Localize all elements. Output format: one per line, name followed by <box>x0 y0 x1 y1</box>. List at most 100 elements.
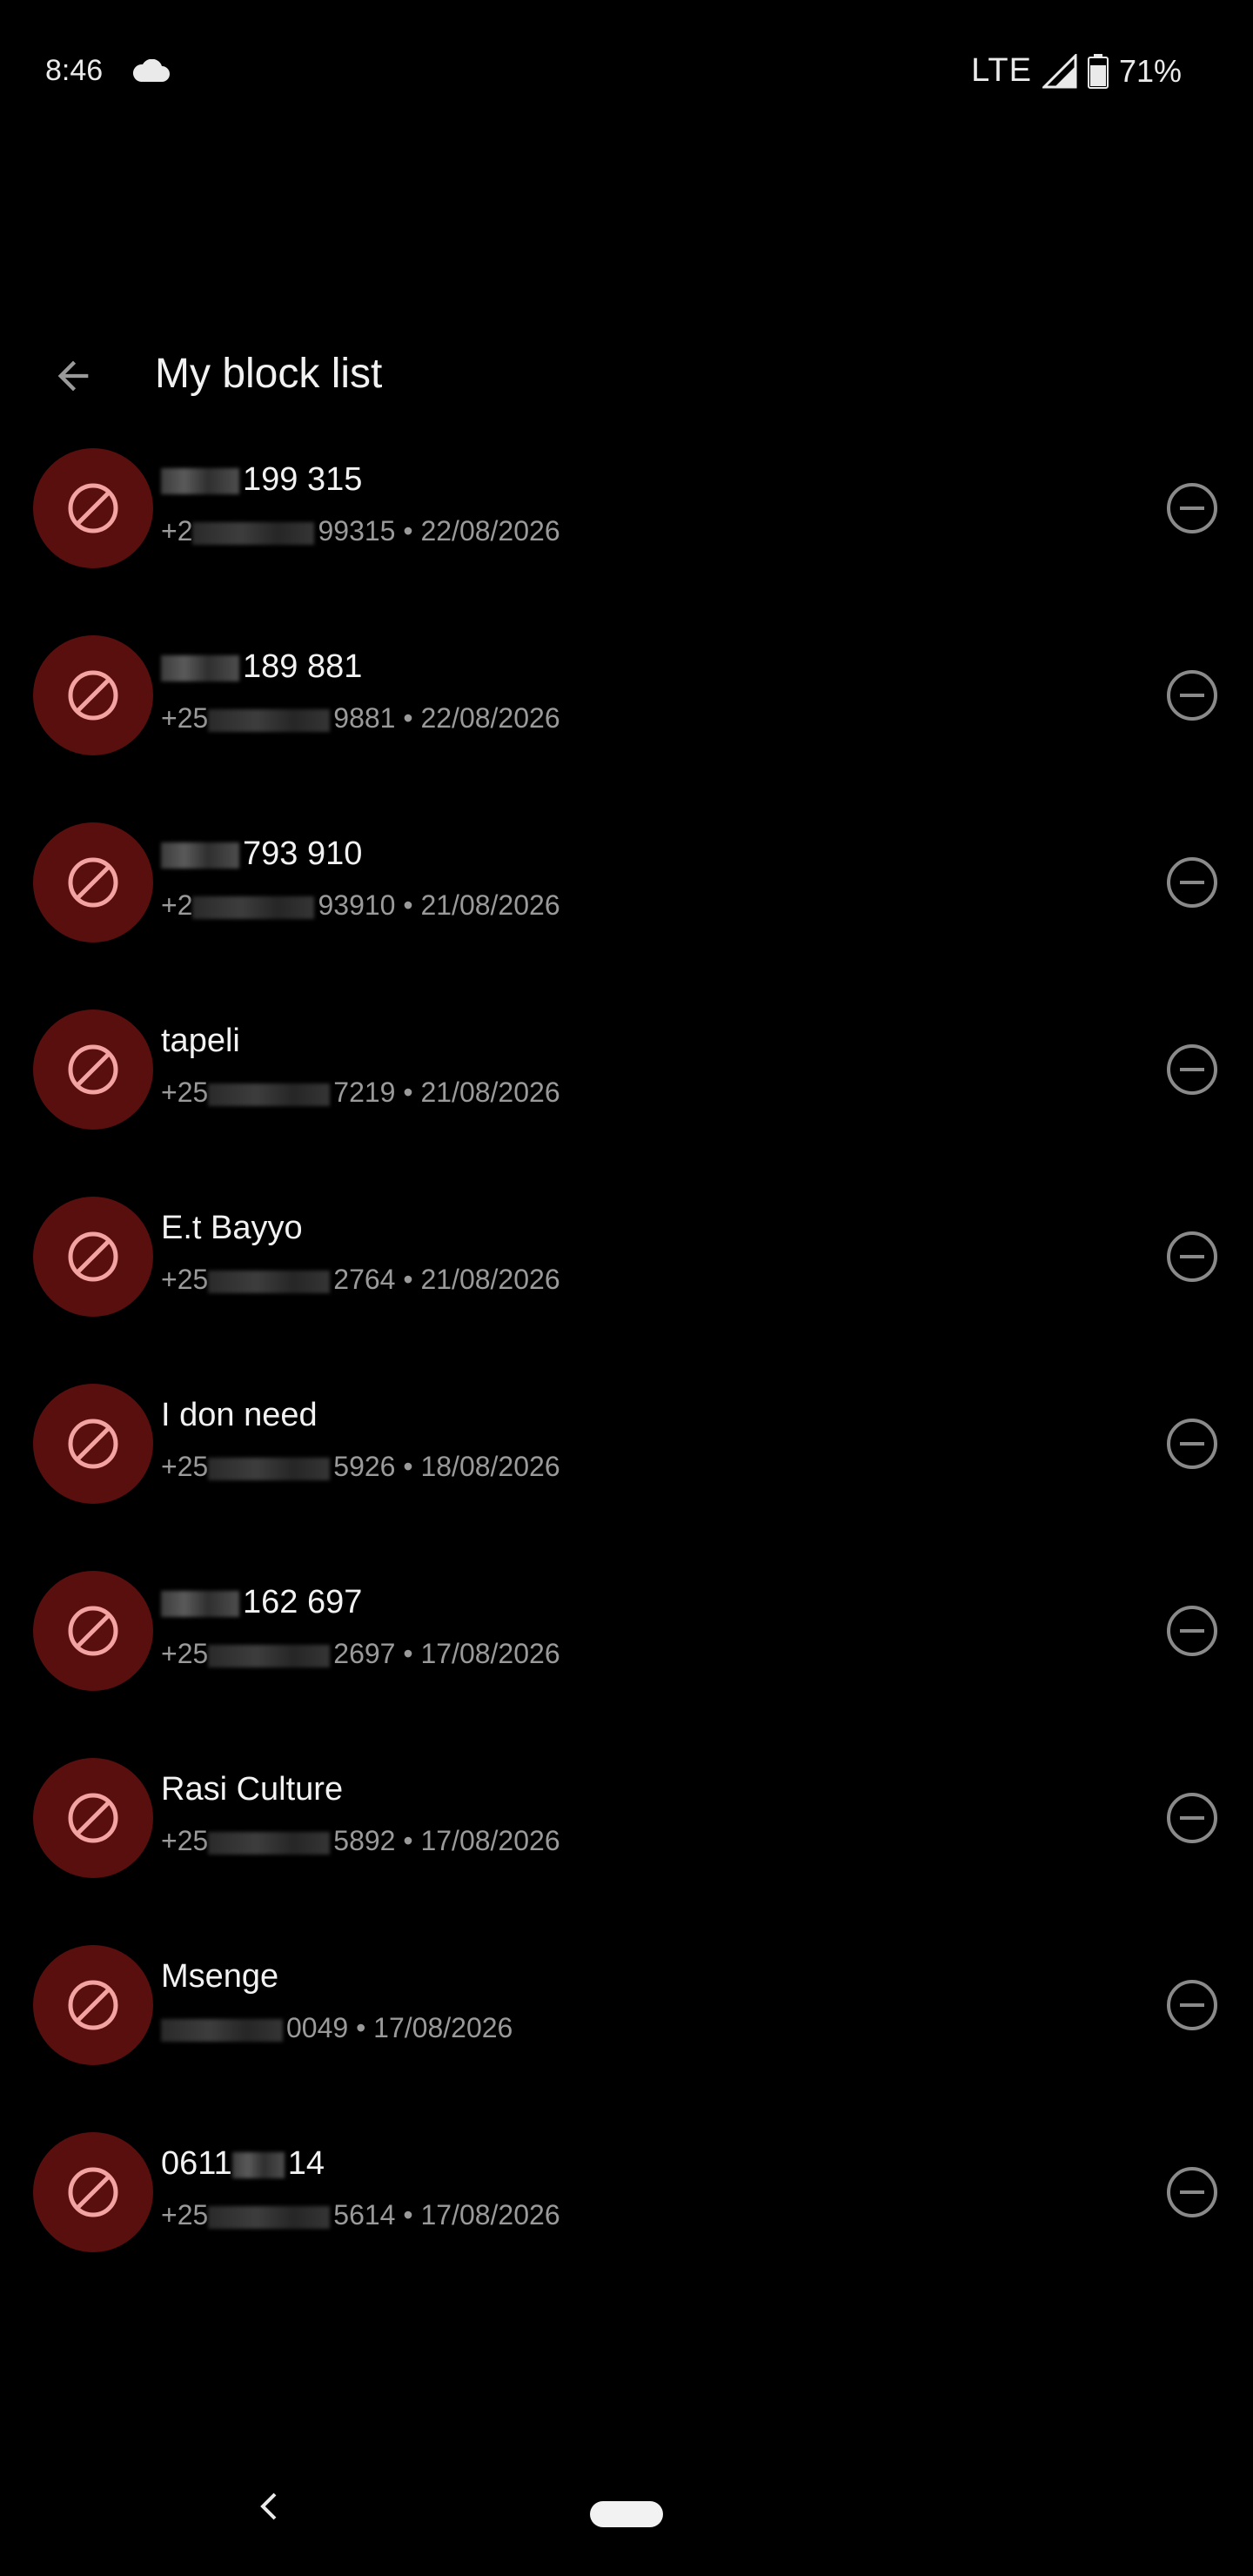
redacted-block <box>161 2018 283 2042</box>
redacted-block <box>208 1457 331 1480</box>
blocked-avatar <box>33 1758 153 1878</box>
phone-tail: 5926 <box>333 1451 396 1482</box>
phone-prefix: +25 <box>161 2199 209 2231</box>
contact-name-text: I don need <box>161 1397 318 1433</box>
blocked-avatar <box>33 1571 153 1691</box>
blocked-avatar <box>33 635 153 755</box>
list-item[interactable]: Rasi Culture +25 5892 • 17/08/2026 <box>0 1754 1253 1941</box>
redacted-block <box>208 1644 331 1667</box>
nav-back-icon[interactable] <box>252 2489 287 2524</box>
redacted-block <box>208 1831 331 1855</box>
blocked-date: 17/08/2026 <box>420 2199 560 2231</box>
minus-circle-icon <box>1167 857 1217 908</box>
minus-circle-icon <box>1167 1231 1217 1282</box>
list-item[interactable]: E.t Bayyo +25 2764 • 21/08/2026 <box>0 1192 1253 1379</box>
contact-name-text: 162 697 <box>243 1584 363 1620</box>
status-indicators: LTE 71% <box>971 52 1182 90</box>
redacted-block <box>208 708 331 732</box>
minus-circle-icon <box>1167 1980 1217 2030</box>
redacted-block <box>161 654 239 681</box>
unblock-button[interactable] <box>1163 853 1222 912</box>
blocked-date: 21/08/2026 <box>420 1077 560 1108</box>
unblock-button[interactable] <box>1163 1227 1222 1286</box>
unblock-button[interactable] <box>1163 666 1222 725</box>
contact-name: 0611 14 <box>161 2145 325 2183</box>
blocked-avatar <box>33 2132 153 2252</box>
page-title: My block list <box>155 351 383 397</box>
blocked-date: 22/08/2026 <box>420 515 560 547</box>
list-item[interactable]: 0611 14 +25 5614 • 17/08/2026 <box>0 2128 1253 2315</box>
block-icon <box>68 857 118 908</box>
phone-prefix: +25 <box>161 1638 209 1669</box>
phone-tail: 9881 <box>333 702 396 734</box>
list-item[interactable]: 162 697 +25 2697 • 17/08/2026 <box>0 1566 1253 1754</box>
unblock-button[interactable] <box>1163 2163 1222 2222</box>
contact-details: +2 93910 • 21/08/2026 <box>161 889 560 921</box>
blocked-avatar <box>33 1384 153 1504</box>
blocked-date: 17/08/2026 <box>420 1638 560 1669</box>
status-bar: 8:46 LTE 71% <box>0 0 1253 148</box>
contact-name-text: Msenge <box>161 1958 279 1995</box>
status-time: 8:46 <box>45 54 104 87</box>
contact-name: Rasi Culture <box>161 1771 343 1808</box>
list-item[interactable]: 793 910 +2 93910 • 21/08/2026 <box>0 818 1253 1005</box>
unblock-button[interactable] <box>1163 1601 1222 1660</box>
unblock-button[interactable] <box>1163 1788 1222 1848</box>
blocked-avatar <box>33 1197 153 1317</box>
arrow-left-icon <box>57 360 89 392</box>
blocked-avatar <box>33 448 153 568</box>
minus-circle-icon <box>1167 483 1217 533</box>
phone-prefix: +25 <box>161 1077 209 1108</box>
phone-prefix: +25 <box>161 1825 209 1856</box>
contact-name-text: Rasi Culture <box>161 1771 344 1808</box>
contact-name: E.t Bayyo <box>161 1210 303 1247</box>
phone-prefix: +25 <box>161 1264 209 1295</box>
contact-details: +25 5892 • 17/08/2026 <box>161 1825 560 1856</box>
redacted-block <box>208 2205 331 2229</box>
contact-details: +25 2697 • 17/08/2026 <box>161 1638 560 1669</box>
contact-name: 199 315 <box>161 461 362 499</box>
contact-name-text: E.t Bayyo <box>161 1210 303 1246</box>
contact-name: 162 697 <box>161 1584 362 1621</box>
blocked-date: 17/08/2026 <box>420 1825 560 1856</box>
block-icon <box>68 1606 118 1656</box>
battery-percent: 71% <box>1118 52 1182 89</box>
cloud-icon <box>131 58 171 84</box>
redacted-block <box>208 1270 331 1293</box>
minus-circle-icon <box>1167 1044 1217 1095</box>
minus-circle-icon <box>1167 1793 1217 1843</box>
back-button[interactable] <box>45 348 101 404</box>
blocked-date: 17/08/2026 <box>373 2012 513 2043</box>
list-item[interactable]: 189 881 +25 9881 • 22/08/2026 <box>0 631 1253 818</box>
contact-name: 189 881 <box>161 648 362 686</box>
list-item[interactable]: I don need +25 5926 • 18/08/2026 <box>0 1379 1253 1566</box>
unblock-button[interactable] <box>1163 479 1222 538</box>
phone-tail: 93910 <box>318 889 396 921</box>
battery-icon <box>1087 53 1109 89</box>
contact-name-tail: 14 <box>287 2145 325 2182</box>
list-item[interactable]: 199 315 +2 99315 • 22/08/2026 <box>0 444 1253 631</box>
contact-name: Msenge <box>161 1958 278 1996</box>
blocked-date: 22/08/2026 <box>420 702 560 734</box>
redacted-block <box>231 2151 285 2178</box>
list-item[interactable]: Msenge 0049 • 17/08/2026 <box>0 1941 1253 2128</box>
phone-prefix: +25 <box>161 1451 209 1482</box>
unblock-button[interactable] <box>1163 1040 1222 1099</box>
list-item[interactable]: tapeli +25 7219 • 21/08/2026 <box>0 1005 1253 1192</box>
contact-details: +25 5926 • 18/08/2026 <box>161 1451 560 1482</box>
navigation-bar <box>0 2454 1253 2559</box>
nav-home-pill[interactable] <box>590 2501 663 2527</box>
phone-tail: 5614 <box>333 2199 396 2231</box>
blocked-avatar <box>33 1010 153 1130</box>
unblock-button[interactable] <box>1163 1976 1222 2035</box>
unblock-button[interactable] <box>1163 1414 1222 1473</box>
block-icon <box>68 1793 118 1843</box>
contact-details: +25 5614 • 17/08/2026 <box>161 2199 560 2231</box>
redacted-block <box>192 896 315 919</box>
contact-name-text: 0611 <box>161 2145 232 2182</box>
block-list: 199 315 +2 99315 • 22/08/2026 189 881 +2… <box>0 444 1253 2315</box>
minus-circle-icon <box>1167 2167 1217 2217</box>
phone-tail: 2764 <box>333 1264 396 1295</box>
contact-name-text: 199 315 <box>243 461 363 498</box>
redacted-block <box>161 1590 239 1617</box>
